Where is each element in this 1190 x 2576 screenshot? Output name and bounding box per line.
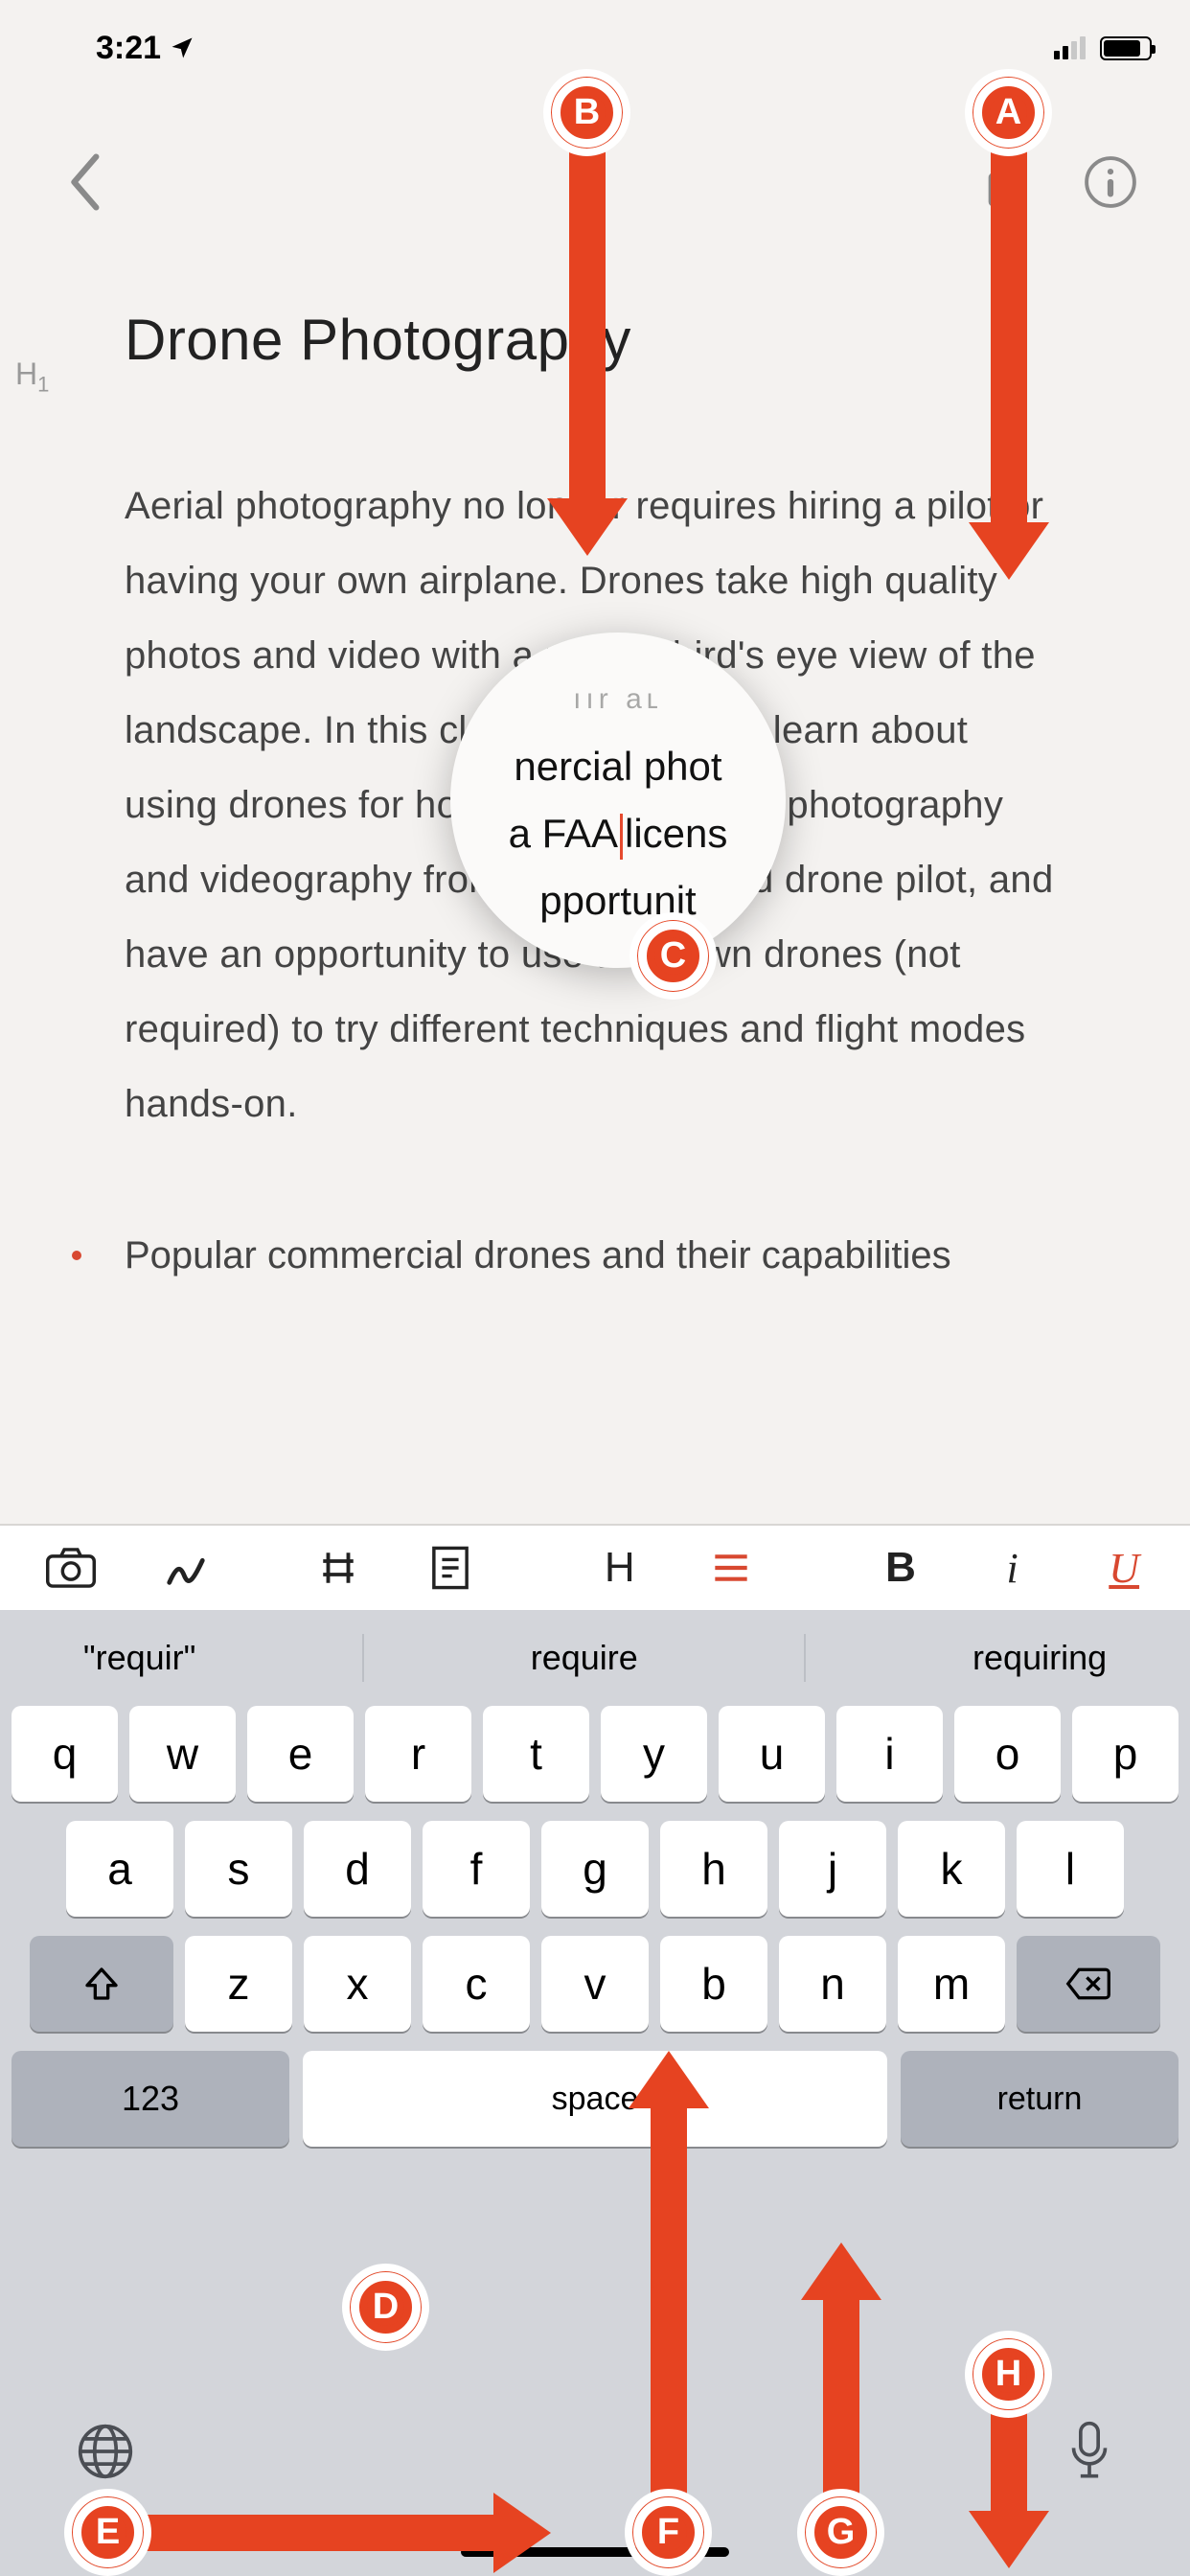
annotation-arrowhead (547, 498, 628, 556)
time-text: 3:21 (96, 30, 161, 67)
list-item[interactable]: Popular commercial drones and their capa… (125, 1218, 1065, 1293)
badge-label: D (373, 2287, 399, 2328)
badge-label: G (827, 2512, 856, 2553)
key-s[interactable]: s (185, 1821, 292, 1917)
key-p[interactable]: p (1072, 1706, 1179, 1802)
badge-label: F (657, 2512, 679, 2553)
key-g[interactable]: g (541, 1821, 649, 1917)
annotation-badge-c: C (637, 920, 709, 992)
key-r[interactable]: r (365, 1706, 471, 1802)
annotation-arrow (144, 2515, 498, 2551)
key-y[interactable]: y (601, 1706, 707, 1802)
note-icon[interactable] (430, 1545, 470, 1591)
loupe-text-left: a FAA (509, 811, 618, 856)
annotation-arrowhead (969, 2511, 1049, 2568)
heading-button[interactable]: H (600, 1544, 640, 1592)
text-magnifier-loupe: ıır aʟ nercial phot a FAAlicens pportuni… (450, 632, 786, 968)
suggestion-bar: "requir" require requiring (0, 1610, 1190, 1706)
badge-label: B (574, 92, 600, 133)
status-time: 3:21 (96, 30, 195, 67)
key-a[interactable]: a (66, 1821, 173, 1917)
globe-key[interactable] (77, 2423, 134, 2480)
backspace-key[interactable] (1017, 1936, 1160, 2032)
annotation-arrow (991, 2405, 1027, 2516)
key-t[interactable]: t (483, 1706, 589, 1802)
key-n[interactable]: n (779, 1936, 886, 2032)
bullet-icon (72, 1251, 81, 1260)
annotation-arrowhead (629, 2051, 709, 2108)
annotation-badge-g: G (805, 2496, 877, 2568)
suggestion-2[interactable]: require (531, 1638, 638, 1678)
suggestion-divider (362, 1634, 364, 1682)
key-row-3: z x c v b n m (0, 1936, 1190, 2032)
italic-button[interactable]: i (993, 1544, 1033, 1593)
text-caret (620, 814, 623, 860)
key-o[interactable]: o (954, 1706, 1061, 1802)
camera-icon[interactable] (46, 1548, 92, 1588)
badge-label: E (96, 2512, 120, 2553)
dictation-key[interactable] (1065, 2420, 1113, 2483)
key-m[interactable]: m (898, 1936, 1005, 2032)
key-e[interactable]: e (247, 1706, 354, 1802)
suggestion-1[interactable]: "requir" (83, 1638, 196, 1678)
key-k[interactable]: k (898, 1821, 1005, 1917)
key-i[interactable]: i (836, 1706, 943, 1802)
space-key[interactable]: space (303, 2051, 887, 2147)
annotation-badge-b: B (551, 77, 623, 149)
location-arrow-icon (169, 34, 195, 61)
key-d[interactable]: d (304, 1821, 411, 1917)
key-j[interactable]: j (779, 1821, 886, 1917)
key-v[interactable]: v (541, 1936, 649, 2032)
annotation-badge-f: F (632, 2496, 704, 2568)
badge-label: C (660, 935, 686, 977)
battery-icon (1100, 36, 1152, 60)
annotation-arrowhead (969, 522, 1049, 580)
key-h[interactable]: h (660, 1821, 767, 1917)
loupe-line-2: a FAAlicens (509, 800, 728, 867)
key-x[interactable]: x (304, 1936, 411, 2032)
annotation-arrow (823, 2295, 859, 2501)
key-w[interactable]: w (129, 1706, 236, 1802)
suggestion-3[interactable]: requiring (973, 1638, 1107, 1678)
key-row-1: q w e r t y u i o p (0, 1706, 1190, 1802)
annotation-arrowhead (493, 2493, 551, 2573)
formatting-toolbar: H B i U (0, 1524, 1190, 1610)
annotation-arrow (991, 149, 1027, 527)
bullet-text[interactable]: Popular commercial drones and their capa… (125, 1218, 951, 1293)
annotation-badge-h: H (973, 2338, 1044, 2410)
key-f[interactable]: f (423, 1821, 530, 1917)
key-l[interactable]: l (1017, 1821, 1124, 1917)
loupe-text-right: licens (625, 811, 727, 856)
suggestion-divider (804, 1634, 806, 1682)
annotation-arrowhead (801, 2242, 881, 2300)
key-b[interactable]: b (660, 1936, 767, 2032)
key-row-2: a s d f g h j k l (0, 1821, 1190, 1917)
hashtag-icon[interactable] (318, 1548, 358, 1588)
key-q[interactable]: q (11, 1706, 118, 1802)
status-right (1054, 36, 1152, 60)
bold-button[interactable]: B (881, 1544, 921, 1592)
loupe-line-1: nercial phot (514, 733, 721, 800)
badge-label: H (995, 2354, 1021, 2395)
underline-button[interactable]: U (1104, 1544, 1144, 1593)
cell-signal-icon (1054, 36, 1090, 59)
info-button[interactable] (1084, 155, 1137, 209)
key-u[interactable]: u (719, 1706, 825, 1802)
annotation-badge-e: E (72, 2496, 144, 2568)
return-key[interactable]: return (901, 2051, 1179, 2147)
annotation-badge-d: D (350, 2271, 422, 2343)
badge-label: A (995, 92, 1021, 133)
key-c[interactable]: c (423, 1936, 530, 2032)
list-button[interactable] (712, 1552, 752, 1584)
key-z[interactable]: z (185, 1936, 292, 2032)
annotation-arrow (651, 2104, 687, 2501)
key-row-4: 123 space return (0, 2051, 1190, 2147)
back-button[interactable] (67, 153, 102, 211)
annotation-badge-a: A (973, 77, 1044, 149)
numbers-key[interactable]: 123 (11, 2051, 289, 2147)
sketch-icon[interactable] (164, 1546, 208, 1590)
shift-key[interactable] (30, 1936, 173, 2032)
annotation-arrow (569, 149, 606, 503)
